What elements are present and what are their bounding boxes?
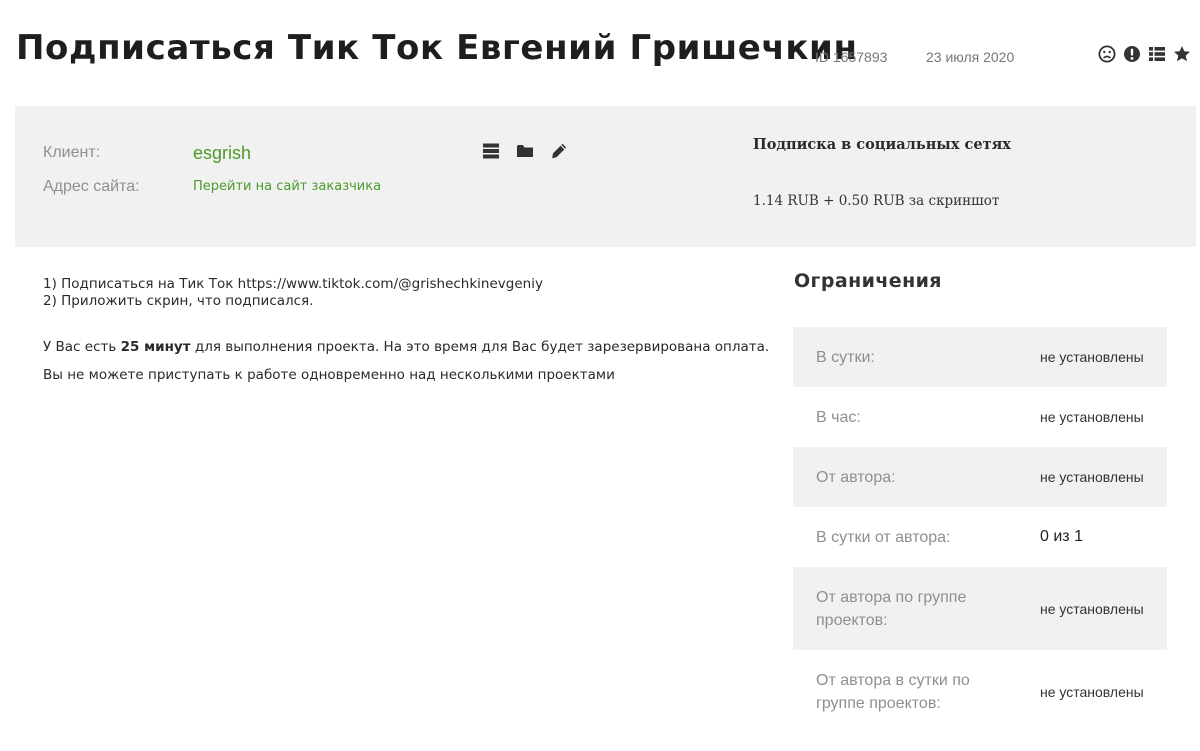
project-id: ID 1657893 bbox=[815, 49, 888, 65]
task-description: 1) Подписаться на Тик Ток https://www.ti… bbox=[43, 276, 788, 310]
project-info-panel: Клиент: esgrish Адрес сайта: Перейти на … bbox=[15, 106, 1196, 247]
limit-label: От автора по группе проектов: bbox=[816, 588, 967, 629]
client-site-link[interactable]: Перейти на сайт заказчика bbox=[193, 179, 381, 194]
limit-value: не установлены bbox=[1040, 469, 1144, 485]
page-header: Подписаться Тик Ток Евгений Гришечкин ID… bbox=[0, 0, 1200, 106]
limit-row: От автора по группе проектов: не установ… bbox=[793, 567, 1167, 650]
star-icon[interactable] bbox=[1172, 42, 1192, 66]
limit-value: не установлены bbox=[1040, 600, 1144, 617]
subscription-type: Подписка в социальных сетях bbox=[753, 136, 1011, 153]
limit-value: 0 из 1 bbox=[1040, 528, 1083, 545]
header-actions bbox=[1097, 42, 1192, 66]
limit-label: В сутки: bbox=[816, 348, 875, 366]
limit-value: не установлены bbox=[1040, 683, 1144, 700]
multi-project-note: Вы не можете приступать к работе одновре… bbox=[43, 367, 615, 383]
project-actions bbox=[481, 140, 569, 162]
subscription-price: 1.14 RUB + 0.50 RUB за скриншот bbox=[753, 193, 1000, 209]
limit-label: В сутки от автора: bbox=[816, 528, 951, 546]
limit-value: не установлены bbox=[1040, 349, 1144, 365]
exclamation-circle-icon[interactable] bbox=[1122, 42, 1142, 66]
limits-title: Ограничения bbox=[794, 270, 942, 292]
client-label: Клиент: bbox=[43, 144, 101, 161]
time-suffix: для выполнения проекта. На это время для… bbox=[194, 339, 770, 355]
client-name-link[interactable]: esgrish bbox=[193, 143, 251, 164]
page-title: Подписаться Тик Ток Евгений Гришечкин bbox=[16, 28, 858, 68]
limit-label: От автора: bbox=[816, 468, 896, 486]
time-reserve-note: У Вас есть 25 минут для выполнения проек… bbox=[43, 338, 769, 356]
list-icon[interactable] bbox=[1147, 42, 1167, 66]
limit-row: В сутки от автора: 0 из 1 bbox=[793, 507, 1167, 567]
project-date: 23 июля 2020 bbox=[926, 49, 1015, 65]
site-label: Адрес сайта: bbox=[43, 178, 140, 195]
time-value: 25 минут bbox=[120, 339, 191, 355]
limit-row: В сутки: не установлены bbox=[793, 327, 1167, 387]
limit-label: От автора в сутки по группе проектов: bbox=[816, 671, 970, 712]
task-step-1: 1) Подписаться на Тик Ток https://www.ti… bbox=[43, 276, 543, 292]
limits-table: В сутки: не установлены В час: не устано… bbox=[793, 327, 1167, 733]
limit-value: не установлены bbox=[1040, 409, 1144, 425]
task-step-2: 2) Приложить скрин, что подписался. bbox=[43, 293, 314, 309]
time-prefix: У Вас есть bbox=[43, 339, 117, 355]
limit-row: От автора в сутки по группе проектов: не… bbox=[793, 650, 1167, 733]
limit-row: В час: не установлены bbox=[793, 387, 1167, 447]
limit-row: От автора: не установлены bbox=[793, 447, 1167, 507]
limit-label: В час: bbox=[816, 408, 861, 426]
folder-icon[interactable] bbox=[515, 140, 535, 162]
list-icon[interactable] bbox=[481, 140, 501, 162]
sad-face-icon[interactable] bbox=[1097, 42, 1117, 66]
pencil-icon[interactable] bbox=[549, 140, 569, 162]
